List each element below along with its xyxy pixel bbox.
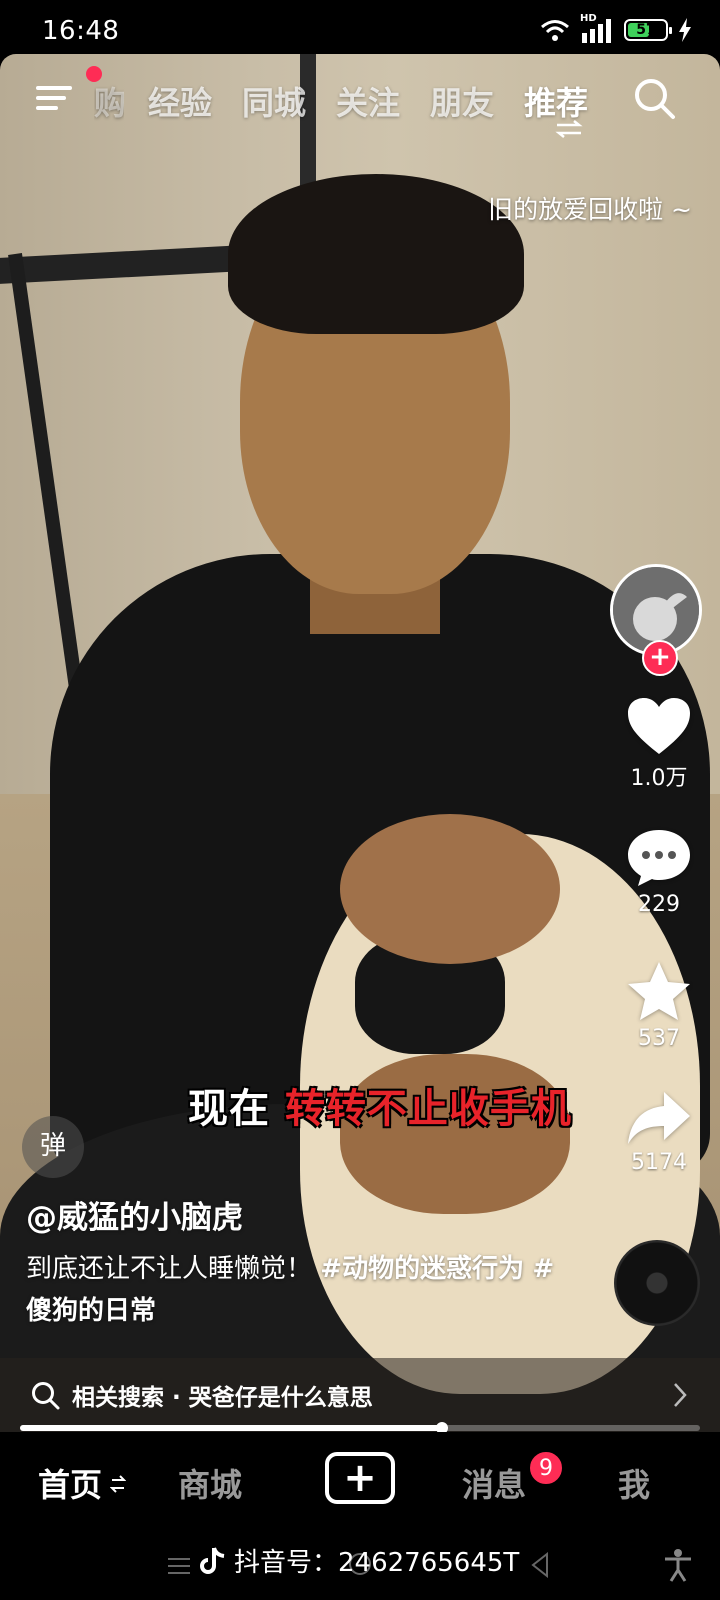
nav-home[interactable]: 首页 — [38, 1460, 102, 1506]
star-icon — [628, 962, 690, 1020]
related-search-text: 相关搜索 · 哭爸仔是什么意思 — [72, 1385, 373, 1411]
favorite-count: 537 — [638, 1026, 680, 1051]
video-description: 到底还让不让人睡懒觉！ #动物的迷惑行为 #傻狗的日常 — [26, 1248, 566, 1332]
follow-button[interactable]: + — [642, 640, 678, 676]
hashtag[interactable]: #动物的迷惑行为 — [320, 1254, 524, 1284]
status-icons: HD 57 — [540, 13, 692, 44]
messages-badge: 9 — [528, 1450, 564, 1486]
back-icon[interactable] — [530, 1552, 550, 1578]
comment-button[interactable]: 229 — [614, 828, 704, 917]
network-type-label: HD — [580, 13, 597, 24]
subtitle-white-text: 现在 — [188, 1086, 270, 1132]
description-text: 到底还让不让人睡懒觉！ — [26, 1254, 313, 1284]
nav-me[interactable]: 我 — [618, 1460, 650, 1506]
battery-level: 57 — [636, 22, 656, 38]
battery-icon: 57 — [624, 19, 672, 41]
accessibility-icon[interactable] — [662, 1548, 694, 1582]
related-search-bar[interactable]: 相关搜索 · 哭爸仔是什么意思 — [0, 1358, 720, 1432]
menu-icon[interactable] — [36, 82, 76, 114]
like-button[interactable]: 1.0万 — [614, 696, 704, 792]
tiktok-id-text: 抖音号：2462765645T — [234, 1548, 520, 1578]
search-icon — [32, 1382, 60, 1410]
video-progress-bar[interactable] — [20, 1422, 700, 1434]
tab-local[interactable]: 同城 — [242, 78, 306, 124]
system-nav-bar: 抖音号：2462765645T — [0, 1532, 720, 1600]
tab-friends[interactable]: 朋友 — [430, 78, 494, 124]
favorite-button[interactable]: 537 — [614, 960, 704, 1051]
video-overlay-caption: 旧的放爱回收啦 ~ — [488, 195, 692, 224]
tab-following[interactable]: 关注 — [336, 78, 400, 124]
switch-icon[interactable] — [555, 120, 583, 138]
tab-experience[interactable]: 经验 — [148, 78, 212, 124]
status-bar: 16:48 HD 57 — [0, 0, 720, 56]
tab-recommend[interactable]: 推荐 — [524, 78, 588, 124]
search-icon[interactable] — [632, 76, 676, 120]
music-disc-icon[interactable] — [614, 1240, 700, 1326]
heart-icon — [628, 698, 690, 754]
subtitle-red-text: 转转不止收手机 — [284, 1086, 572, 1132]
comment-icon — [628, 830, 690, 886]
status-time: 16:48 — [42, 16, 120, 46]
wifi-icon — [541, 20, 569, 41]
recent-apps-icon[interactable] — [168, 1556, 192, 1576]
nav-mall[interactable]: 商城 — [178, 1460, 242, 1506]
danmaku-toggle-button[interactable]: 弹 — [22, 1116, 84, 1178]
nav-messages[interactable]: 消息 — [462, 1460, 526, 1506]
like-count: 1.0万 — [630, 766, 688, 791]
tab-shop-partial[interactable]: 购 — [94, 78, 124, 124]
create-button[interactable]: + — [325, 1452, 395, 1504]
charging-icon — [679, 18, 691, 42]
plus-icon: + — [343, 1455, 377, 1501]
tiktok-logo-icon — [200, 1546, 225, 1574]
tiktok-id-watermark: 抖音号：2462765645T — [200, 1542, 519, 1579]
author-name[interactable]: @威猛的小脑虎 — [26, 1192, 243, 1237]
share-arrow-icon — [628, 1092, 690, 1144]
progress-fill — [20, 1425, 442, 1431]
refresh-icon[interactable] — [110, 1474, 126, 1494]
video-subtitle: 现在 转转不止收手机 — [188, 1076, 572, 1134]
share-button[interactable]: 5174 — [614, 1090, 704, 1175]
bottom-nav: 首页 商城 + 消息 9 我 — [0, 1432, 720, 1532]
signal-icon: HD — [580, 13, 614, 43]
chevron-right-icon — [674, 1383, 687, 1407]
share-count: 5174 — [631, 1150, 687, 1175]
comment-count: 229 — [638, 892, 680, 917]
